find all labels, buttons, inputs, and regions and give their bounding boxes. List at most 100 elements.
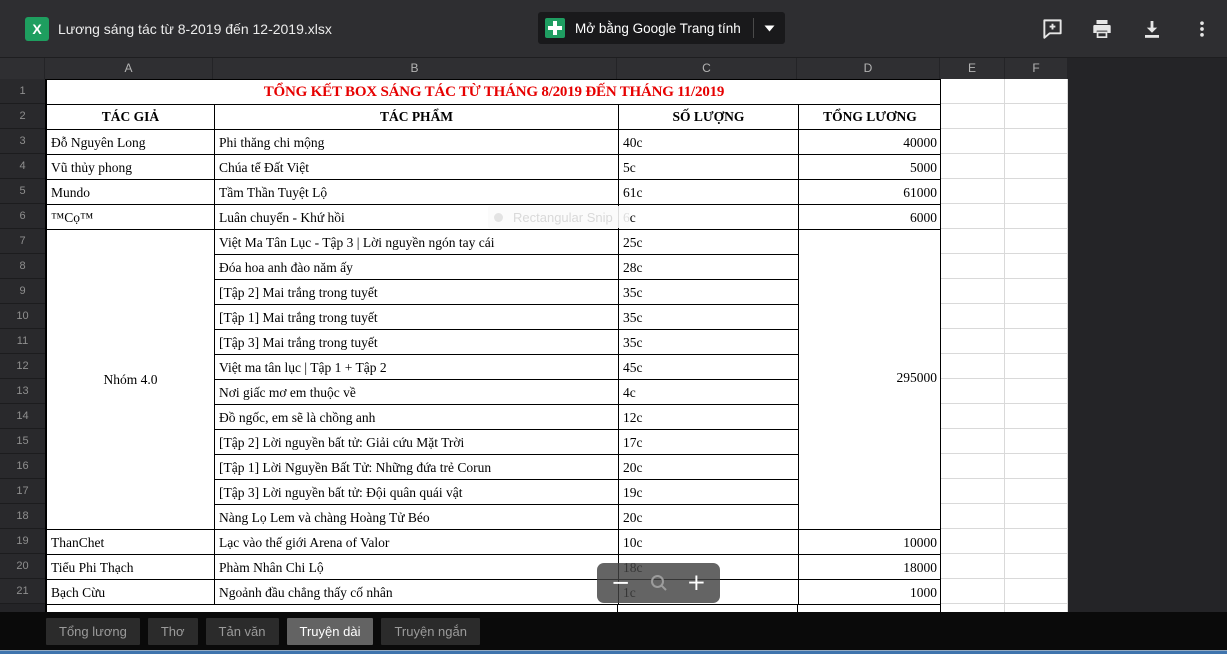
sheet-tab-bar: Tổng lương Thơ Tản văn Truyện dài Truyện ngắ…	[0, 612, 1227, 654]
column-e	[941, 79, 1005, 612]
cell-header-1: TÁC PHẨM	[215, 105, 619, 130]
row-number-10: 10	[0, 304, 45, 329]
open-with-google-sheets-button[interactable]: Mở bằng Google Trang tính	[538, 12, 785, 44]
row-number-4: 4	[0, 154, 45, 179]
cell-qty-r3: 40c	[619, 130, 799, 155]
cell-qty-r15: 17c	[619, 430, 799, 455]
cell-work-r9: [Tập 2] Mai trắng trong tuyết	[215, 280, 619, 305]
cell-qty-r5: 61c	[619, 180, 799, 205]
snip-watermark: Rectangular Snip	[488, 206, 630, 228]
row-number-18: 18	[0, 504, 45, 529]
cell-work-r10: [Tập 1] Mai trắng trong tuyết	[215, 305, 619, 330]
zoom-controls: − +	[597, 563, 720, 603]
more-options-button[interactable]	[1189, 16, 1215, 42]
cell-work-r18: Nàng Lọ Lem và chàng Hoàng Tử Béo	[215, 505, 619, 530]
cell-qty-r19: 10c	[619, 530, 799, 555]
empty-columns-e-f	[940, 79, 1068, 612]
column-letter-E: E	[940, 58, 1005, 79]
cell-author-r21: Bạch Cừu	[47, 580, 215, 605]
column-letter-C: C	[617, 58, 797, 79]
sheet-tab-tổng-lương[interactable]: Tổng lương	[46, 618, 140, 645]
kebab-menu-icon	[1192, 18, 1212, 40]
google-sheets-icon	[545, 18, 565, 38]
cell-author-r20: Tiểu Phi Thạch	[47, 555, 215, 580]
row-number-12: 12	[0, 354, 45, 379]
row-number-8: 8	[0, 254, 45, 279]
chevron-down-icon[interactable]	[764, 25, 775, 32]
column-letter-A: A	[45, 58, 213, 79]
cell-header-2: SỐ LƯỢNG	[619, 105, 799, 130]
button-divider	[753, 18, 754, 38]
cell-qty-r17: 19c	[619, 480, 799, 505]
magnifier-icon	[647, 571, 671, 595]
sheet-canvas: TỔNG KẾT BOX SÁNG TÁC TỪ THÁNG 8/2019 ĐẾ…	[45, 79, 1068, 612]
row-number-9: 9	[0, 279, 45, 304]
cell-work-r14: Đồ ngốc, em sẽ là chồng anh	[215, 405, 619, 430]
cell-qty-r14: 12c	[619, 405, 799, 430]
row-number-2: 2	[0, 104, 45, 129]
row-number-13: 13	[0, 379, 45, 404]
sheet-tabs: Tổng lương Thơ Tản văn Truyện dài Truyện ngắ…	[46, 618, 480, 645]
cell-qty-r13: 4c	[619, 380, 799, 405]
cell-total-r19: 10000	[799, 530, 942, 555]
spreadsheet-table: TỔNG KẾT BOX SÁNG TÁC TỪ THÁNG 8/2019 ĐẾ…	[45, 79, 940, 612]
row-number-3: 3	[0, 129, 45, 154]
row-number-11: 11	[0, 329, 45, 354]
column-f	[1005, 79, 1068, 612]
snip-watermark-label: Rectangular Snip	[513, 210, 613, 225]
bottom-edge-line	[0, 650, 1227, 654]
cell-author-r4: Vũ thủy phong	[47, 155, 215, 180]
column-letter-F: F	[1005, 58, 1068, 79]
top-bar: X Lương sáng tác từ 8-2019 đến 12-2019.x…	[0, 0, 1227, 58]
add-comment-button[interactable]	[1039, 16, 1065, 42]
download-button[interactable]	[1139, 16, 1165, 42]
cell-total-r6: 6000	[799, 205, 942, 230]
cell-total-r5: 61000	[799, 180, 942, 205]
column-headers: ABCDEF	[0, 58, 1068, 79]
row-number-6: 6	[0, 204, 45, 229]
cell-work-r17: [Tập 3] Lời nguyền bất tử: Đội quân quái…	[215, 480, 619, 505]
row-number-17: 17	[0, 479, 45, 504]
row-number-16: 16	[0, 454, 45, 479]
sheet-tab-thơ[interactable]: Thơ	[148, 618, 198, 645]
cell-work-r7: Việt Ma Tân Lục - Tập 3 | Lời nguyền ngó…	[215, 230, 619, 255]
download-icon	[1140, 17, 1164, 41]
cell-total-r3: 40000	[799, 130, 942, 155]
cell-qty-r9: 35c	[619, 280, 799, 305]
xlsx-file-icon: X	[25, 17, 49, 41]
cell-qty-r10: 35c	[619, 305, 799, 330]
cell-work-r5: Tầm Thần Tuyệt Lộ	[215, 180, 619, 205]
drive-preview-window: X Lương sáng tác từ 8-2019 đến 12-2019.x…	[0, 0, 1227, 654]
print-button[interactable]	[1089, 16, 1115, 42]
row-number-19: 19	[0, 529, 45, 554]
cell-sheet-title: TỔNG KẾT BOX SÁNG TÁC TỪ THÁNG 8/2019 ĐẾ…	[47, 80, 942, 105]
cell-work-r13: Nơi giấc mơ em thuộc về	[215, 380, 619, 405]
cell-total-group: 295000	[799, 230, 942, 530]
cell-total-r4: 5000	[799, 155, 942, 180]
sheet-tab-truyện-ngắn[interactable]: Truyện ngắn	[381, 618, 480, 645]
cell-work-r11: [Tập 3] Mai trắng trong tuyết	[215, 330, 619, 355]
cell-author-group: Nhóm 4.0	[47, 230, 215, 530]
cell-header-0: TÁC GIẢ	[47, 105, 215, 130]
row-number-20: 20	[0, 554, 45, 579]
zoom-out-button[interactable]: −	[611, 564, 630, 602]
cell-qty-r18: 20c	[619, 505, 799, 530]
row-gutter: 123456789101112131415161718192021	[0, 79, 45, 604]
cell-author-r6: ™Cọ™	[47, 205, 215, 230]
file-title: Lương sáng tác từ 8-2019 đến 12-2019.xls…	[58, 0, 332, 57]
print-icon	[1090, 17, 1114, 41]
cell-total-r20: 18000	[799, 555, 942, 580]
open-with-label: Mở bằng Google Trang tính	[575, 21, 741, 36]
add-comment-icon	[1041, 17, 1064, 40]
cell-work-r4: Chúa tể Đất Việt	[215, 155, 619, 180]
row-number-14: 14	[0, 404, 45, 429]
cell-qty-r12: 45c	[619, 355, 799, 380]
cell-work-r16: [Tập 1] Lời Nguyền Bất Tử: Những đứa trẻ…	[215, 455, 619, 480]
sheet-tab-truyện-dài[interactable]: Truyện dài	[287, 618, 374, 645]
cell-qty-r16: 20c	[619, 455, 799, 480]
sheet-tab-tản-văn[interactable]: Tản văn	[206, 618, 279, 645]
cell-qty-r8: 28c	[619, 255, 799, 280]
zoom-in-button[interactable]: +	[687, 564, 706, 602]
cell-qty-r11: 35c	[619, 330, 799, 355]
grid-line	[797, 604, 798, 612]
